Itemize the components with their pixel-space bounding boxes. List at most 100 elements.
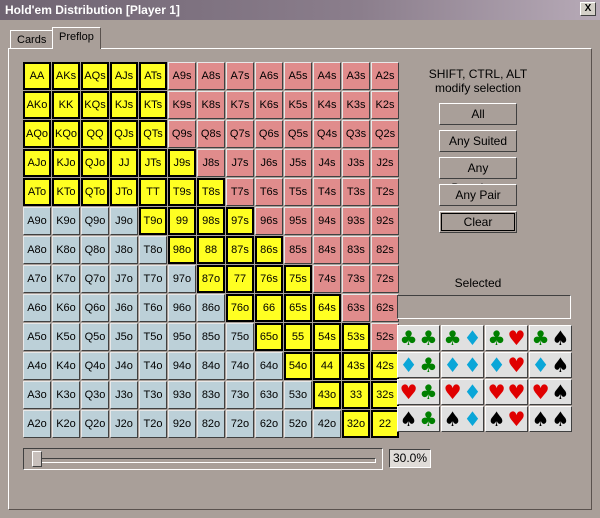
hand-cell[interactable]: 93s — [342, 207, 370, 235]
hand-cell[interactable]: 72s — [371, 265, 399, 293]
hand-cell[interactable]: 86o — [197, 294, 225, 322]
hand-cell[interactable]: 42s — [371, 352, 399, 380]
any-broadway-button[interactable]: Any Broadway — [439, 157, 517, 195]
hand-cell[interactable]: J7o — [110, 265, 138, 293]
hand-cell[interactable]: 22 — [371, 410, 399, 438]
hand-cell[interactable]: K5s — [284, 91, 312, 119]
hand-cell[interactable]: K6o — [52, 294, 80, 322]
hand-cell[interactable]: JJ — [110, 149, 138, 177]
hand-cell[interactable]: AQo — [23, 120, 51, 148]
hand-cell[interactable]: 86s — [255, 236, 283, 264]
hand-cell[interactable]: 64o — [255, 352, 283, 380]
hand-cell[interactable]: K4s — [313, 91, 341, 119]
hand-cell[interactable]: AKo — [23, 91, 51, 119]
hand-cell[interactable]: K4o — [52, 352, 80, 380]
hand-cell[interactable]: Q3o — [81, 381, 109, 409]
hand-cell[interactable]: QTo — [81, 178, 109, 206]
hand-cell[interactable]: K2o — [52, 410, 80, 438]
hand-cell[interactable]: AJo — [23, 149, 51, 177]
hand-cell[interactable]: 43o — [313, 381, 341, 409]
hand-cell[interactable]: K8s — [197, 91, 225, 119]
hand-cell[interactable]: T7s — [226, 178, 254, 206]
hand-cell[interactable]: A3s — [342, 62, 370, 90]
hand-cell[interactable]: T3o — [139, 381, 167, 409]
hand-cell[interactable]: J6s — [255, 149, 283, 177]
hand-cell[interactable]: T8s — [197, 178, 225, 206]
hand-cell[interactable]: 43s — [342, 352, 370, 380]
hand-cell[interactable]: 92s — [371, 207, 399, 235]
all-button[interactable]: All — [439, 103, 517, 125]
hand-cell[interactable]: A9s — [168, 62, 196, 90]
hand-cell[interactable]: 85o — [197, 323, 225, 351]
suit-combo-diamond-heart[interactable]: ♦ ♥ — [485, 352, 528, 378]
hand-cell[interactable]: 98s — [197, 207, 225, 235]
suit-combo-heart-spade[interactable]: ♥ ♠ — [529, 379, 572, 405]
suit-combo-heart-club[interactable]: ♥ ♣ — [397, 379, 440, 405]
hand-cell[interactable]: 95s — [284, 207, 312, 235]
hand-cell[interactable]: A7o — [23, 265, 51, 293]
hand-cell[interactable]: K8o — [52, 236, 80, 264]
hand-cell[interactable]: Q4s — [313, 120, 341, 148]
hand-cell[interactable]: 53s — [342, 323, 370, 351]
hand-cell[interactable]: AQs — [81, 62, 109, 90]
hand-cell[interactable]: T4s — [313, 178, 341, 206]
hand-cell[interactable]: 63o — [255, 381, 283, 409]
hand-cell[interactable]: 75o — [226, 323, 254, 351]
hand-cell[interactable]: AJs — [110, 62, 138, 90]
hand-cell[interactable]: KJs — [110, 91, 138, 119]
hand-cell[interactable]: J2o — [110, 410, 138, 438]
hand-cell[interactable]: 65s — [284, 294, 312, 322]
hand-cell[interactable]: 88 — [197, 236, 225, 264]
hand-cell[interactable]: T7o — [139, 265, 167, 293]
hand-cell[interactable]: Q6o — [81, 294, 109, 322]
hand-cell[interactable]: A5o — [23, 323, 51, 351]
hand-cell[interactable]: T4o — [139, 352, 167, 380]
hand-cell[interactable]: J9o — [110, 207, 138, 235]
suit-combo-club-diamond[interactable]: ♣ ♦ — [441, 325, 484, 351]
hand-cell[interactable]: 32s — [371, 381, 399, 409]
hand-cell[interactable]: 87o — [197, 265, 225, 293]
hand-cell[interactable]: 94s — [313, 207, 341, 235]
hand-cell[interactable]: KQs — [81, 91, 109, 119]
hand-cell[interactable]: 96o — [168, 294, 196, 322]
hand-cell[interactable]: T8o — [139, 236, 167, 264]
hand-cell[interactable]: Q8s — [197, 120, 225, 148]
hand-cell[interactable]: A7s — [226, 62, 254, 90]
hand-cell[interactable]: J7s — [226, 149, 254, 177]
hand-cell[interactable]: Q6s — [255, 120, 283, 148]
hand-cell[interactable]: ATs — [139, 62, 167, 90]
hand-cell[interactable]: QTs — [139, 120, 167, 148]
slider-thumb[interactable] — [32, 451, 42, 467]
hand-cell[interactable]: 65o — [255, 323, 283, 351]
hand-cell[interactable]: QJs — [110, 120, 138, 148]
hand-cell[interactable]: KK — [52, 91, 80, 119]
hand-cell[interactable]: 76s — [255, 265, 283, 293]
hand-cell[interactable]: AA — [23, 62, 51, 90]
hand-cell[interactable]: 52o — [284, 410, 312, 438]
hand-cell[interactable]: 44 — [313, 352, 341, 380]
hand-cell[interactable]: Q2s — [371, 120, 399, 148]
hand-cell[interactable]: Q2o — [81, 410, 109, 438]
hand-cell[interactable]: 63s — [342, 294, 370, 322]
hand-cell[interactable]: A9o — [23, 207, 51, 235]
hand-cell[interactable]: A2o — [23, 410, 51, 438]
hand-cell[interactable]: A2s — [371, 62, 399, 90]
any-suited-button[interactable]: Any Suited — [439, 130, 517, 152]
hand-cell[interactable]: Q8o — [81, 236, 109, 264]
hand-cell[interactable]: J2s — [371, 149, 399, 177]
hand-cell[interactable]: T5s — [284, 178, 312, 206]
hand-cell[interactable]: J8s — [197, 149, 225, 177]
hand-cell[interactable]: QJo — [81, 149, 109, 177]
hand-cell[interactable]: T2s — [371, 178, 399, 206]
hand-cell[interactable]: 99 — [168, 207, 196, 235]
hand-cell[interactable]: 52s — [371, 323, 399, 351]
hand-cell[interactable]: Q9o — [81, 207, 109, 235]
hand-cell[interactable]: J4o — [110, 352, 138, 380]
hand-cell[interactable]: TT — [139, 178, 167, 206]
hand-cell[interactable]: 93o — [168, 381, 196, 409]
hand-cell[interactable]: K3s — [342, 91, 370, 119]
hand-cell[interactable]: T2o — [139, 410, 167, 438]
clear-button[interactable]: Clear — [439, 211, 517, 233]
hand-cell[interactable]: A6o — [23, 294, 51, 322]
suit-combo-club-heart[interactable]: ♣ ♥ — [485, 325, 528, 351]
